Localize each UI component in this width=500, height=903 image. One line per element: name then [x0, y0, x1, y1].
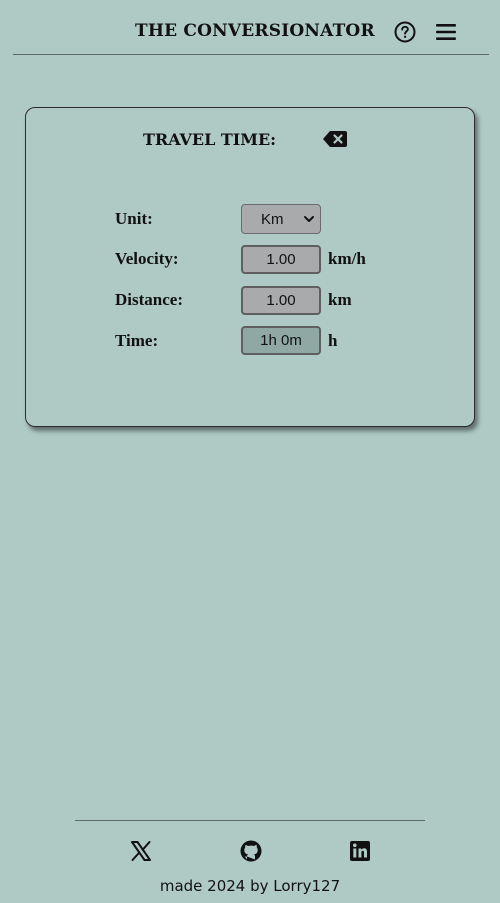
footer-divider: [75, 820, 425, 821]
velocity-label: Velocity:: [115, 249, 179, 268]
time-label: Time:: [115, 331, 159, 350]
backspace-icon: [323, 131, 347, 147]
unit-label: Unit:: [115, 209, 153, 228]
linkedin-icon[interactable]: [349, 840, 371, 862]
clear-button[interactable]: [322, 130, 348, 148]
time-output: [241, 326, 321, 355]
distance-unit: km: [328, 290, 352, 309]
travel-time-card: TRAVEL TIME: Unit: Km Velocity: km/h Dis…: [25, 107, 475, 427]
header-divider: [13, 54, 489, 55]
time-unit: h: [328, 331, 338, 350]
menu-icon[interactable]: [436, 23, 456, 41]
distance-input[interactable]: [241, 286, 321, 315]
help-icon[interactable]: [394, 21, 416, 43]
chevron-down-icon: [304, 216, 314, 222]
distance-label: Distance:: [115, 290, 183, 309]
app-header: THE CONVERSIONATOR: [0, 0, 500, 56]
footer-credit: made 2024 by Lorry127: [159, 877, 341, 895]
app-title: THE CONVERSIONATOR: [135, 21, 375, 41]
card-title: TRAVEL TIME:: [143, 130, 277, 149]
unit-select-value: Km: [261, 211, 284, 228]
velocity-unit: km/h: [328, 249, 366, 268]
unit-select[interactable]: Km: [241, 204, 321, 234]
github-icon[interactable]: [240, 840, 262, 862]
x-twitter-icon[interactable]: [130, 840, 152, 862]
velocity-input[interactable]: [241, 245, 321, 274]
